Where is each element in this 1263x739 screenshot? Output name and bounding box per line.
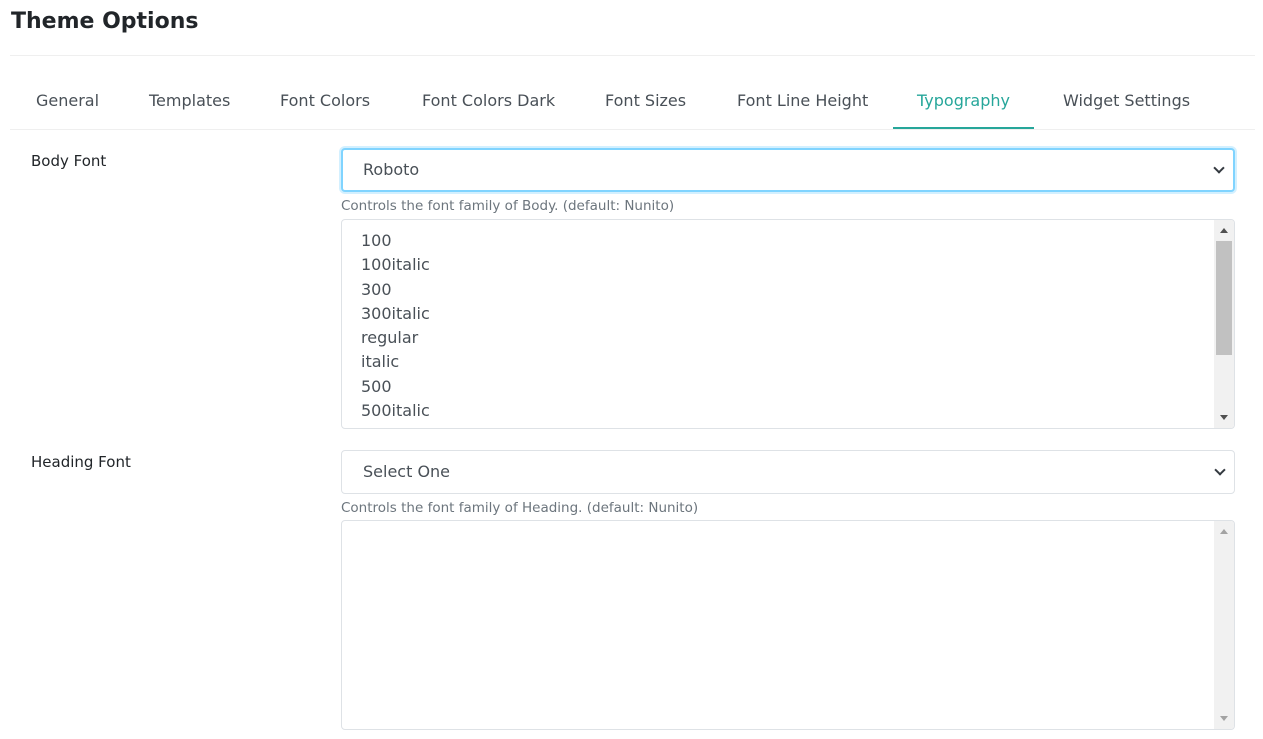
body-font-help-text: Controls the font family of Body. (defau…: [341, 198, 675, 214]
body-font-selected-value: Roboto: [363, 160, 420, 179]
title-divider: [10, 55, 1255, 56]
tab-bar: General Templates Font Colors Font Color…: [10, 74, 1255, 130]
tab-general[interactable]: General: [36, 74, 99, 129]
tab-font-sizes[interactable]: Font Sizes: [605, 74, 686, 129]
tab-font-line-height[interactable]: Font Line Height: [737, 74, 868, 129]
page-title: Theme Options: [11, 9, 199, 34]
variant-option[interactable]: italic: [361, 350, 430, 374]
heading-font-select[interactable]: Select One: [341, 450, 1235, 494]
heading-font-selected-value: Select One: [363, 462, 451, 481]
scroll-up-arrow-icon[interactable]: [1220, 228, 1228, 233]
body-font-label: Body Font: [31, 152, 107, 170]
variant-option[interactable]: 500: [361, 375, 430, 399]
variant-option[interactable]: 100italic: [361, 253, 430, 277]
heading-font-variants-list[interactable]: [341, 520, 1235, 730]
tab-typography[interactable]: Typography: [893, 74, 1034, 129]
variant-option[interactable]: 700: [361, 423, 430, 428]
tab-font-colors[interactable]: Font Colors: [280, 74, 370, 129]
chevron-down-icon: [1213, 162, 1225, 174]
chevron-down-icon: [1214, 464, 1226, 476]
variant-option[interactable]: regular: [361, 326, 430, 350]
body-font-select[interactable]: Roboto: [341, 148, 1235, 192]
tab-templates[interactable]: Templates: [149, 74, 230, 129]
scroll-up-arrow-icon[interactable]: [1220, 529, 1228, 534]
variant-option[interactable]: 300: [361, 278, 430, 302]
heading-font-help-text: Controls the font family of Heading. (de…: [341, 500, 699, 516]
variant-option[interactable]: 100: [361, 229, 430, 253]
tab-font-colors-dark[interactable]: Font Colors Dark: [422, 74, 555, 129]
tab-widget-settings[interactable]: Widget Settings: [1063, 74, 1190, 129]
variant-option[interactable]: 300italic: [361, 302, 430, 326]
vertical-scrollbar[interactable]: [1214, 521, 1234, 729]
heading-font-label: Heading Font: [31, 453, 131, 471]
scroll-down-arrow-icon[interactable]: [1220, 415, 1228, 420]
variant-option[interactable]: 500italic: [361, 399, 430, 423]
scrollbar-thumb[interactable]: [1216, 241, 1232, 355]
scroll-down-arrow-icon[interactable]: [1220, 716, 1228, 721]
vertical-scrollbar[interactable]: [1214, 220, 1234, 428]
body-font-variants-list[interactable]: 100 100italic 300 300italic regular ital…: [341, 219, 1235, 429]
variant-options: 100 100italic 300 300italic regular ital…: [361, 229, 430, 428]
